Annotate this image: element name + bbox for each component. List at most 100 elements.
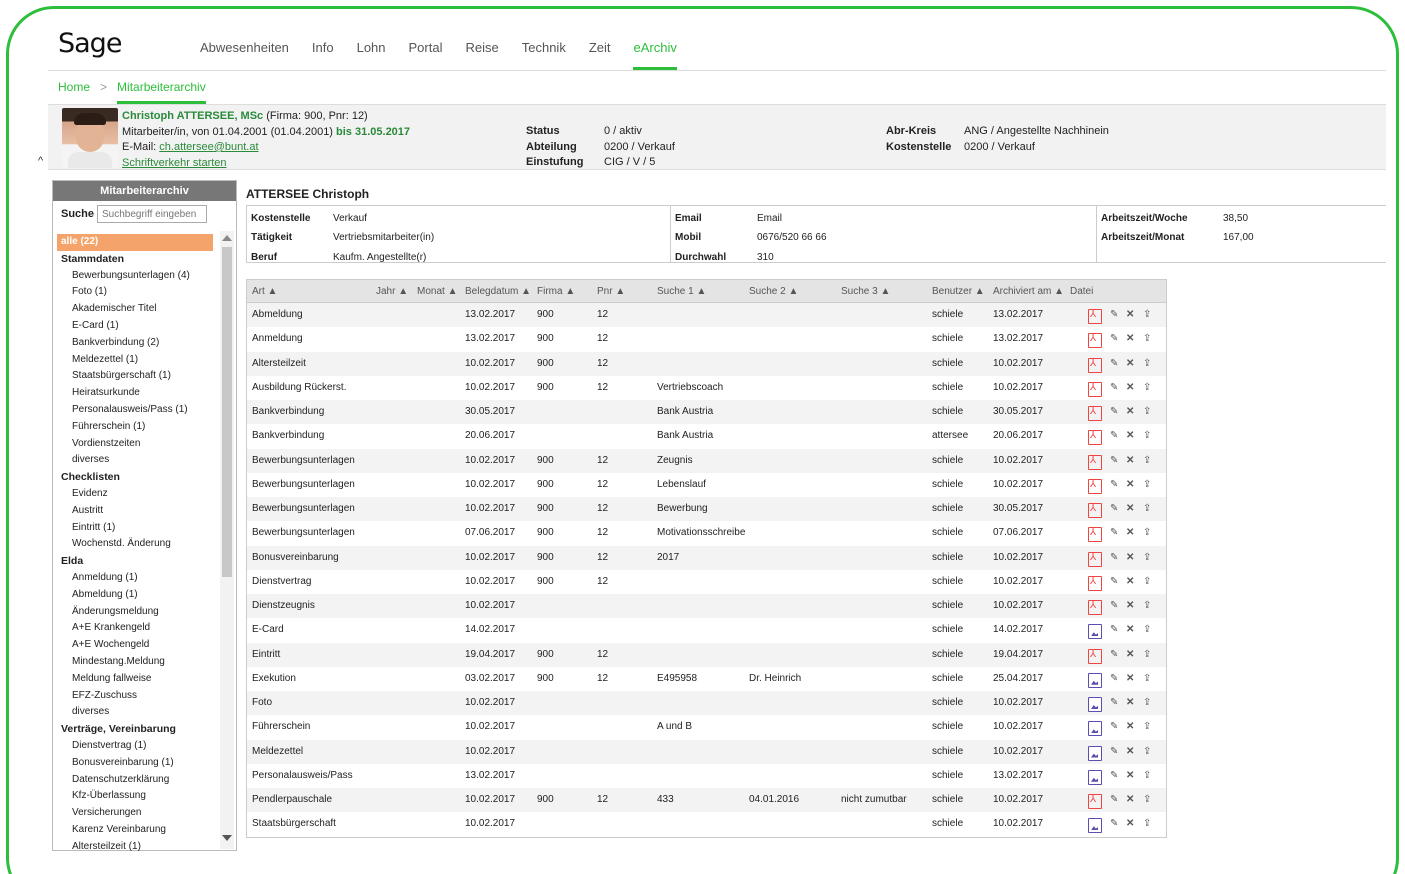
delete-icon[interactable]: ✕: [1126, 600, 1134, 611]
delete-icon[interactable]: ✕: [1126, 721, 1134, 732]
category-item[interactable]: Anmeldung (1): [57, 570, 213, 587]
delete-icon[interactable]: ✕: [1126, 358, 1134, 369]
table-row[interactable]: Eintritt 19.04.2017 900 12 schiele 19.04.2017…: [247, 642, 1166, 667]
edit-icon[interactable]: ✎: [1110, 333, 1118, 344]
table-row[interactable]: Dienstvertrag 10.02.2017 900 12 schiele 10.02…: [247, 570, 1166, 594]
table-row[interactable]: Altersteilzeit 10.02.2017 900 12 schiele 10.0…: [247, 351, 1166, 376]
delete-icon[interactable]: ✕: [1126, 527, 1134, 538]
delete-icon[interactable]: ✕: [1126, 333, 1134, 344]
pdf-file-icon[interactable]: [1088, 503, 1102, 518]
edit-icon[interactable]: ✎: [1110, 770, 1118, 781]
column-header[interactable]: Suche 3 ▲: [841, 286, 890, 297]
delete-icon[interactable]: ✕: [1126, 624, 1134, 635]
edit-icon[interactable]: ✎: [1110, 382, 1118, 393]
pdf-file-icon[interactable]: [1088, 430, 1102, 446]
column-header[interactable]: Art ▲: [252, 286, 367, 297]
upload-icon[interactable]: ⇪: [1143, 770, 1151, 781]
edit-icon[interactable]: ✎: [1110, 455, 1118, 466]
category-item[interactable]: Versicherungen: [57, 805, 213, 822]
category-item[interactable]: Meldung fallweise: [57, 671, 213, 688]
table-row[interactable]: Abmeldung 13.02.2017 900 12 schiele 13.02.201…: [247, 303, 1166, 328]
upload-icon[interactable]: ⇪: [1143, 309, 1151, 320]
delete-icon[interactable]: ✕: [1126, 455, 1134, 466]
image-file-icon[interactable]: [1088, 769, 1102, 785]
table-row[interactable]: Personalausweis/Pass 13.02.2017 schiele 13.…: [247, 764, 1166, 788]
category-item[interactable]: A+E Krankengeld: [57, 620, 213, 637]
edit-icon[interactable]: ✎: [1110, 818, 1118, 829]
edit-icon[interactable]: ✎: [1110, 503, 1118, 514]
tab-abwesenheiten[interactable]: Abwesenheiten: [200, 40, 289, 70]
upload-icon[interactable]: ⇪: [1143, 552, 1151, 563]
table-row[interactable]: Führerschein 10.02.2017 A und B schiele 10.0…: [247, 715, 1166, 739]
table-row[interactable]: Dienstzeugnis 10.02.2017 schiele 10.02.2017…: [247, 594, 1166, 619]
table-row[interactable]: Bewerbungsunterlagen 10.02.2017 900 12 Bewer…: [247, 497, 1166, 522]
edit-icon[interactable]: ✎: [1110, 721, 1118, 732]
scroll-thumb[interactable]: [222, 247, 232, 577]
delete-icon[interactable]: ✕: [1126, 430, 1134, 441]
delete-icon[interactable]: ✕: [1126, 406, 1134, 417]
delete-icon[interactable]: ✕: [1126, 309, 1134, 320]
table-row[interactable]: Bankverbindung 20.06.2017 Bank Austria atte…: [247, 424, 1166, 448]
sage-logo[interactable]: Sage: [58, 28, 122, 59]
upload-icon[interactable]: ⇪: [1143, 600, 1151, 611]
breadcrumb-current[interactable]: Mitarbeiterarchiv: [117, 80, 206, 104]
category-item[interactable]: Karenz Vereinbarung: [57, 822, 213, 839]
delete-icon[interactable]: ✕: [1126, 576, 1134, 587]
category-item[interactable]: Heiratsurkunde: [57, 385, 213, 402]
upload-icon[interactable]: ⇪: [1143, 333, 1151, 344]
pdf-file-icon[interactable]: [1088, 551, 1102, 567]
category-item[interactable]: Meldezettel (1): [57, 352, 213, 369]
image-file-icon[interactable]: [1088, 697, 1102, 712]
category-item[interactable]: Personalausweis/Pass (1): [57, 402, 213, 419]
upload-icon[interactable]: ⇪: [1143, 697, 1151, 708]
table-row[interactable]: Meldezettel 10.02.2017 schiele 10.02.2017 ✎ ✕…: [247, 739, 1166, 764]
pdf-file-icon[interactable]: [1088, 575, 1102, 591]
category-item[interactable]: Bonusvereinbarung (1): [57, 755, 213, 772]
image-file-icon[interactable]: [1088, 745, 1102, 761]
edit-icon[interactable]: ✎: [1110, 746, 1118, 757]
category-item[interactable]: Führerschein (1): [57, 419, 213, 436]
tab-technik[interactable]: Technik: [522, 40, 566, 70]
column-header[interactable]: Pnr ▲: [597, 286, 625, 297]
collapse-icon[interactable]: ^: [38, 155, 43, 167]
table-row[interactable]: Bewerbungsunterlagen 10.02.2017 900 12 Leben…: [247, 473, 1166, 497]
upload-icon[interactable]: ⇪: [1143, 382, 1151, 393]
category-item[interactable]: Kfz-Überlassung: [57, 788, 213, 805]
column-header[interactable]: Firma ▲: [537, 286, 575, 297]
pdf-file-icon[interactable]: [1088, 309, 1102, 324]
category-item[interactable]: Mindestang.Meldung: [57, 654, 213, 671]
column-header[interactable]: Monat ▲: [417, 286, 457, 297]
column-header[interactable]: Benutzer ▲: [932, 286, 985, 297]
tab-reise[interactable]: Reise: [465, 40, 498, 70]
delete-icon[interactable]: ✕: [1126, 552, 1134, 563]
upload-icon[interactable]: ⇪: [1143, 358, 1151, 369]
scroll-up-icon[interactable]: [222, 235, 232, 241]
pdf-file-icon[interactable]: [1088, 478, 1102, 494]
category-item[interactable]: diverses: [57, 704, 213, 721]
edit-icon[interactable]: ✎: [1110, 527, 1118, 538]
column-header[interactable]: Archiviert am ▲: [993, 286, 1064, 297]
pdf-file-icon[interactable]: [1088, 648, 1102, 664]
pdf-file-icon[interactable]: [1088, 381, 1102, 397]
table-row[interactable]: E-Card 14.02.2017 schiele 14.02.2017 ✎ ✕ ⇪: [247, 618, 1166, 642]
table-row[interactable]: Exekution 03.02.2017 900 12 E495958 Dr. Heinr…: [247, 667, 1166, 691]
upload-icon[interactable]: ⇪: [1143, 455, 1151, 466]
edit-icon[interactable]: ✎: [1110, 624, 1118, 635]
category-item[interactable]: Abmeldung (1): [57, 587, 213, 604]
category-item[interactable]: E-Card (1): [57, 318, 213, 335]
category-item[interactable]: A+E Wochengeld: [57, 637, 213, 654]
delete-icon[interactable]: ✕: [1126, 382, 1134, 393]
upload-icon[interactable]: ⇪: [1143, 649, 1151, 660]
table-row[interactable]: Ausbildung Rückerst. 10.02.2017 900 12 Vertr…: [247, 376, 1166, 400]
category-item[interactable]: Vordienstzeiten: [57, 436, 213, 453]
edit-icon[interactable]: ✎: [1110, 552, 1118, 563]
pdf-file-icon[interactable]: [1088, 406, 1102, 421]
category-item[interactable]: Dienstvertrag (1): [57, 738, 213, 755]
upload-icon[interactable]: ⇪: [1143, 818, 1151, 829]
edit-icon[interactable]: ✎: [1110, 794, 1118, 805]
delete-icon[interactable]: ✕: [1126, 479, 1134, 490]
edit-icon[interactable]: ✎: [1110, 697, 1118, 708]
edit-icon[interactable]: ✎: [1110, 673, 1118, 684]
upload-icon[interactable]: ⇪: [1143, 527, 1151, 538]
edit-icon[interactable]: ✎: [1110, 358, 1118, 369]
